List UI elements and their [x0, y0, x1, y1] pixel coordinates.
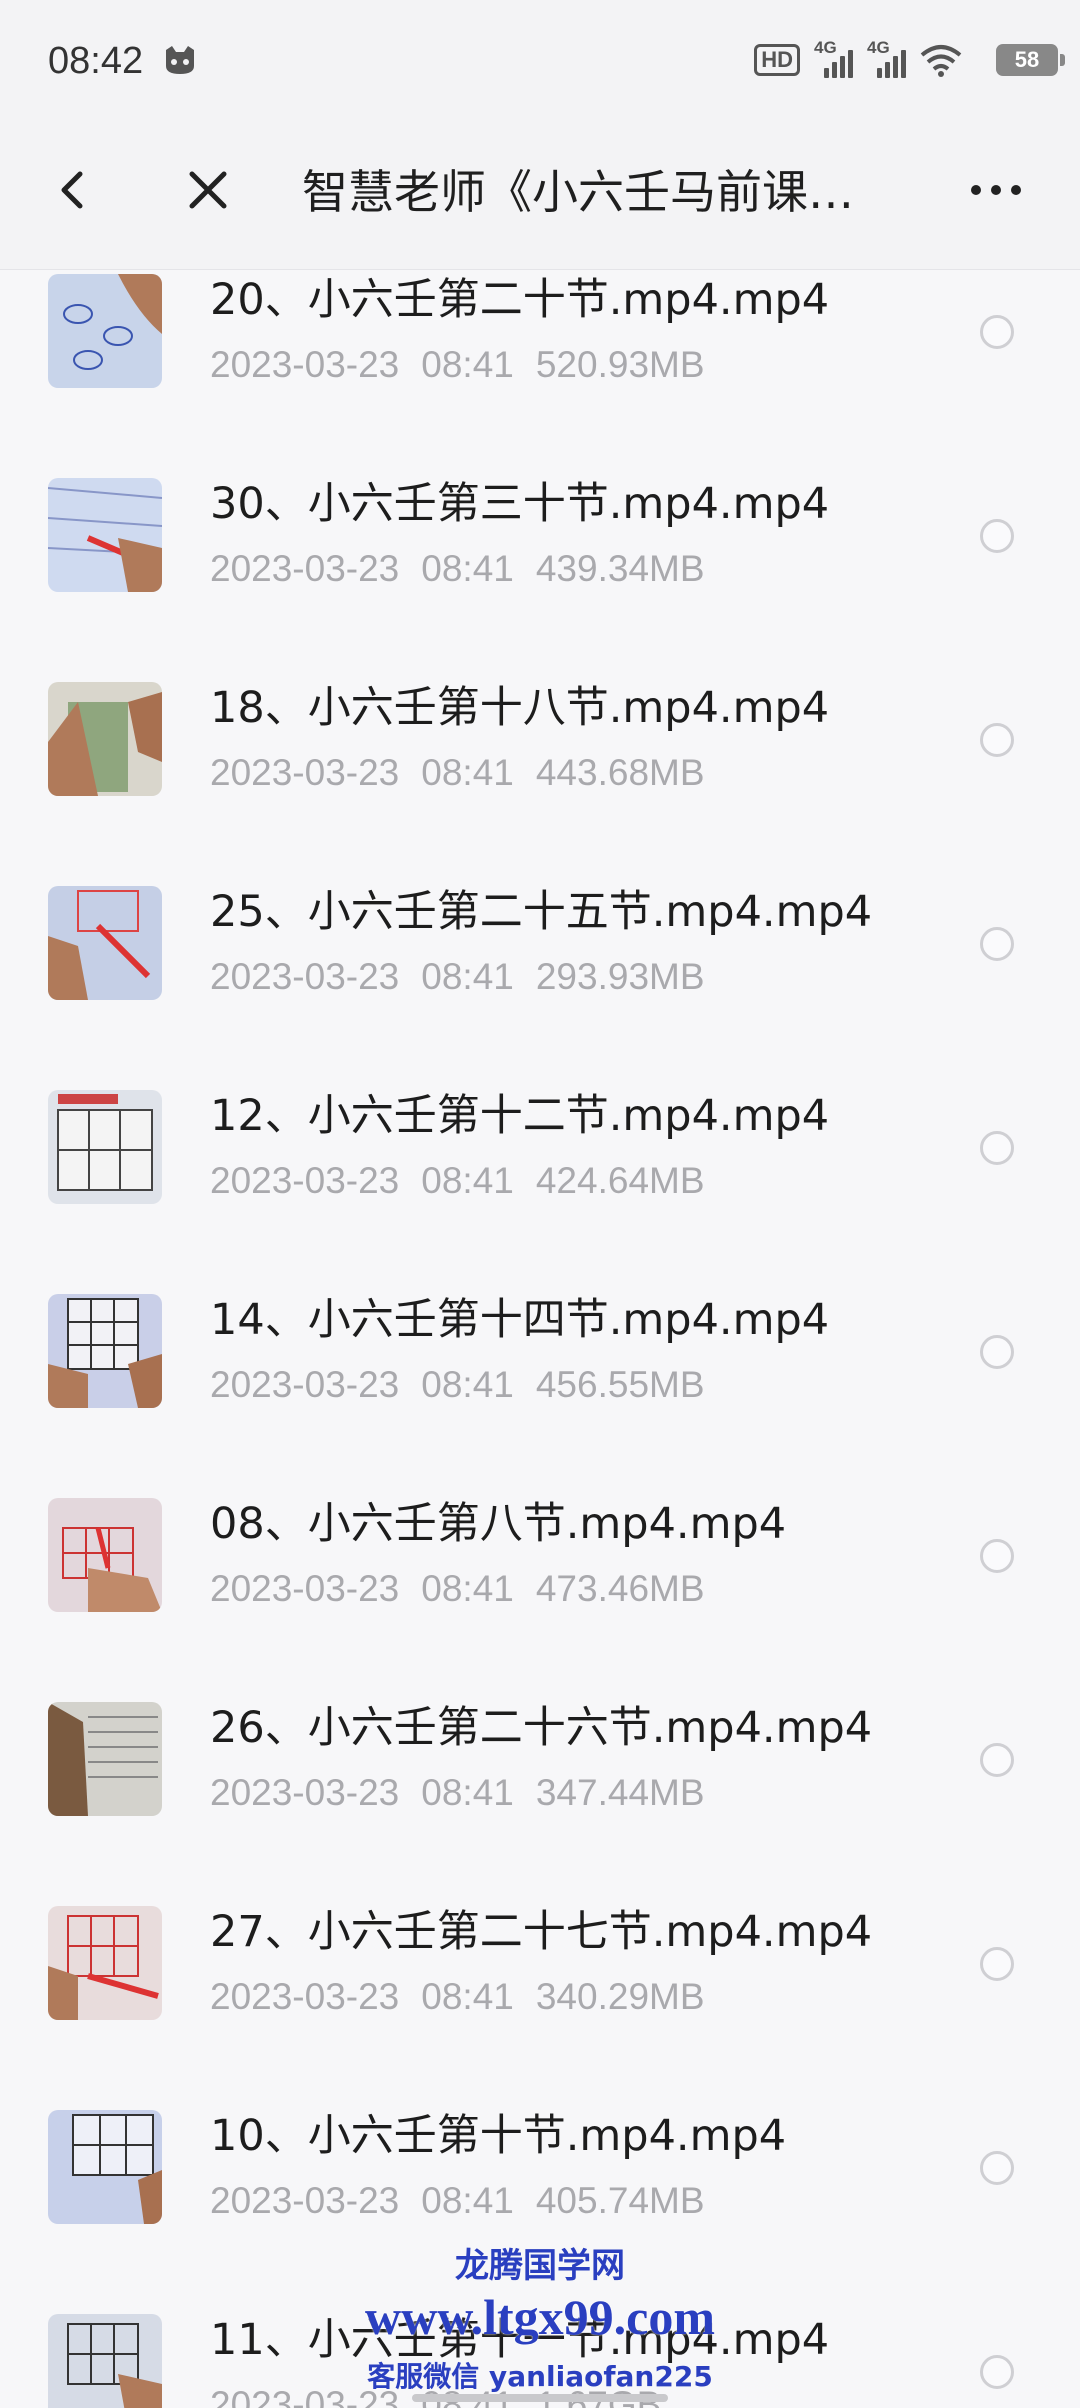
- file-meta: 2023-03-23 08:41 473.46MB: [210, 1568, 705, 1609]
- file-meta: 2023-03-23 08:41 424.64MB: [210, 1160, 705, 1201]
- chevron-left-icon[interactable]: [48, 164, 100, 216]
- select-radio[interactable]: [980, 519, 1014, 553]
- status-icons: HD 4G 4G: [754, 38, 962, 80]
- watermark-url: www.ltgx99.com: [365, 2289, 715, 2345]
- file-item[interactable]: 30、小六壬第三十节.mp4.mp4 2023-03-23 08:41 439.34…: [0, 474, 1080, 678]
- file-name: 30、小六壬第三十节.mp4.mp4: [210, 479, 830, 529]
- file-list: 20、小六壬第二十节.mp4.mp4 2023-03-23 08:41 520.93…: [0, 270, 1080, 2408]
- video-thumbnail: [48, 2110, 162, 2224]
- file-meta: 2023-03-23 08:41 347.44MB: [210, 1772, 705, 1813]
- signal-label: 4G: [867, 38, 890, 57]
- file-name: 26、小六壬第二十六节.mp4.mp4: [210, 1703, 873, 1753]
- select-radio[interactable]: [980, 1335, 1014, 1369]
- file-item[interactable]: 26、小六壬第二十六节.mp4.mp4 2023-03-23 08:41 347.4…: [0, 1698, 1080, 1902]
- select-radio[interactable]: [980, 723, 1014, 757]
- file-item[interactable]: 27、小六壬第二十七节.mp4.mp4 2023-03-23 08:41 340.2…: [0, 1902, 1080, 2106]
- file-meta: 2023-03-23 08:41 439.34MB: [210, 548, 705, 589]
- select-radio[interactable]: [980, 1947, 1014, 1981]
- file-meta: 2023-03-23 08:41 405.74MB: [210, 2180, 705, 2221]
- file-meta: 2023-03-23 08:41 340.29MB: [210, 1976, 705, 2017]
- video-thumbnail: [48, 1090, 162, 1204]
- home-indicator[interactable]: [412, 2394, 668, 2402]
- video-thumbnail: [48, 274, 162, 388]
- wifi-icon: [920, 45, 962, 77]
- more-icon[interactable]: [966, 166, 1026, 214]
- signal-label: 4G: [814, 38, 837, 57]
- file-name: 12、小六壬第十二节.mp4.mp4: [210, 1091, 830, 1141]
- select-radio[interactable]: [980, 1539, 1014, 1573]
- file-name: 27、小六壬第二十七节.mp4.mp4: [210, 1907, 873, 1957]
- signal-icon: 4G: [867, 38, 906, 78]
- file-name: 18、小六壬第十八节.mp4.mp4: [210, 683, 830, 733]
- status-time: 08:42: [48, 40, 144, 82]
- select-radio[interactable]: [980, 927, 1014, 961]
- file-name: 10、小六壬第十节.mp4.mp4: [210, 2111, 787, 2161]
- file-meta: 2023-03-23 08:41 456.55MB: [210, 1364, 705, 1405]
- video-thumbnail: [48, 1702, 162, 1816]
- page-title: 智慧老师《小六壬马前课…: [302, 165, 854, 219]
- file-meta: 2023-03-23 08:41 520.93MB: [210, 344, 705, 385]
- hd-icon: HD: [754, 44, 800, 76]
- video-thumbnail: [48, 682, 162, 796]
- file-meta: 2023-03-23 08:41 293.93MB: [210, 956, 705, 997]
- close-icon[interactable]: [182, 164, 234, 216]
- video-thumbnail: [48, 478, 162, 592]
- battery-icon: 58: [996, 44, 1065, 76]
- file-name: 08、小六壬第八节.mp4.mp4: [210, 1499, 787, 1549]
- signal-icon: 4G: [814, 38, 853, 78]
- watermark-contact: 客服微信 yanliaofan225: [367, 2360, 713, 2393]
- file-name: 25、小六壬第二十五节.mp4.mp4: [210, 887, 873, 937]
- file-meta: 2023-03-23 08:41 443.68MB: [210, 752, 705, 793]
- video-thumbnail: [48, 1906, 162, 2020]
- file-item[interactable]: 25、小六壬第二十五节.mp4.mp4 2023-03-23 08:41 293.9…: [0, 882, 1080, 1086]
- file-name: 14、小六壬第十四节.mp4.mp4: [210, 1295, 830, 1345]
- video-thumbnail: [48, 886, 162, 1000]
- file-item[interactable]: 12、小六壬第十二节.mp4.mp4 2023-03-23 08:41 424.64…: [0, 1086, 1080, 1290]
- app-header: 智慧老师《小六壬马前课…: [0, 110, 1080, 270]
- select-radio[interactable]: [980, 315, 1014, 349]
- file-item[interactable]: 08、小六壬第八节.mp4.mp4 2023-03-23 08:41 473.46M…: [0, 1494, 1080, 1698]
- file-item[interactable]: 20、小六壬第二十节.mp4.mp4 2023-03-23 08:41 520.93…: [0, 270, 1080, 474]
- video-thumbnail: [48, 1498, 162, 1612]
- file-item[interactable]: 18、小六壬第十八节.mp4.mp4 2023-03-23 08:41 443.68…: [0, 678, 1080, 882]
- video-thumbnail: [48, 1294, 162, 1408]
- file-item[interactable]: 14、小六壬第十四节.mp4.mp4 2023-03-23 08:41 456.55…: [0, 1290, 1080, 1494]
- status-bar: 08:42 HD 4G 4G 58: [0, 0, 1080, 110]
- select-radio[interactable]: [980, 1743, 1014, 1777]
- cat-icon: [166, 46, 194, 74]
- file-name: 20、小六壬第二十节.mp4.mp4: [210, 275, 830, 325]
- select-radio[interactable]: [980, 2151, 1014, 2185]
- watermark-title: 龙腾国学网: [455, 2246, 625, 2286]
- select-radio[interactable]: [980, 1131, 1014, 1165]
